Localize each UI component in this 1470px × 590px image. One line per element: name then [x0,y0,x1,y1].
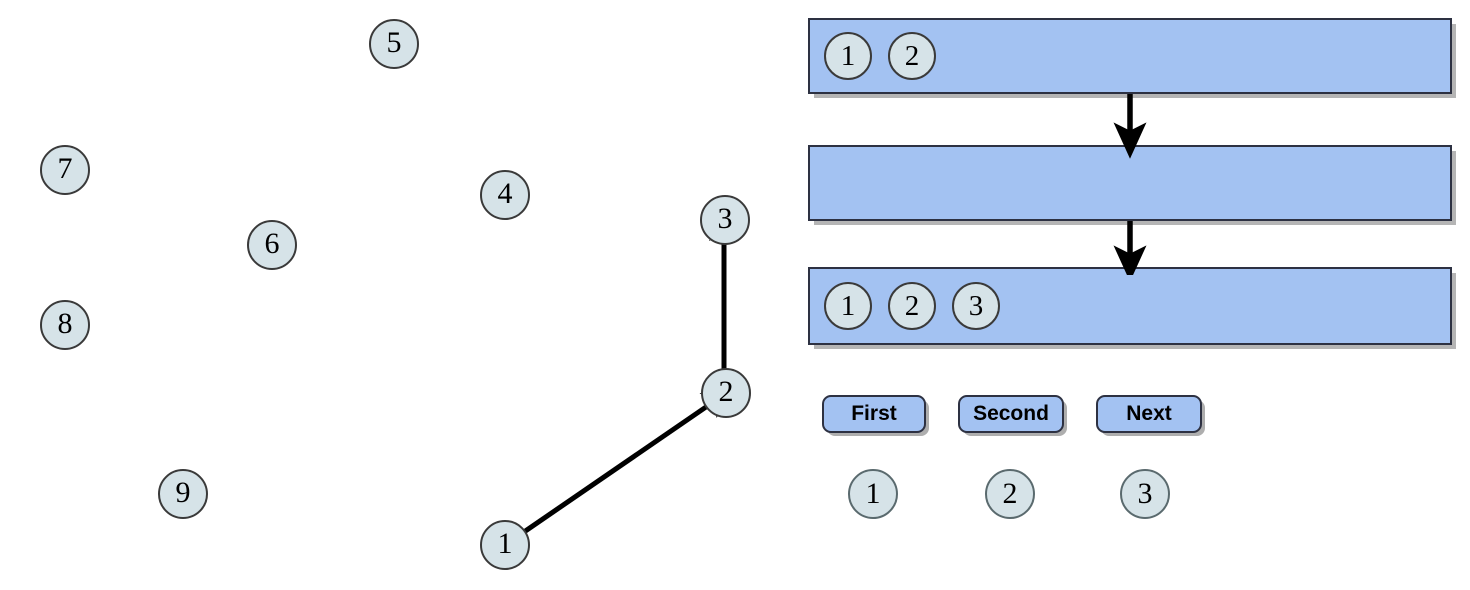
graph-node-label: 7 [57,152,73,185]
bar-node-label: 2 [904,289,920,322]
second-button-label: Second [973,402,1049,425]
stage-bar-1[interactable]: 1 2 [808,18,1452,94]
bar-node-2[interactable]: 2 [888,32,936,80]
graph-node-1[interactable]: 1 [480,520,530,570]
graph-node-9[interactable]: 9 [158,469,208,519]
step-node-label: 2 [1002,477,1018,510]
second-button[interactable]: Second [958,395,1064,433]
bar-node-1[interactable]: 1 [824,32,872,80]
graph-node-6[interactable]: 6 [247,220,297,270]
graph-node-label: 3 [717,202,733,235]
first-button-label: First [851,402,897,425]
graph-edge-1-2 [503,385,737,548]
graph-node-label: 1 [497,527,513,560]
graph-node-label: 9 [175,476,191,509]
graph-node-2[interactable]: 2 [701,368,751,418]
first-button[interactable]: First [822,395,926,433]
graph-node-7[interactable]: 7 [40,145,90,195]
graph-node-label: 5 [386,26,402,59]
canvas-root: 1 2 3 4 5 6 7 8 9 1 2 1 2 3 First Second… [0,0,1470,590]
graph-node-label: 8 [57,307,73,340]
bar-node-2[interactable]: 2 [888,282,936,330]
step-node-3[interactable]: 3 [1120,469,1170,519]
step-node-label: 3 [1137,477,1153,510]
bar-node-1[interactable]: 1 [824,282,872,330]
step-node-1[interactable]: 1 [848,469,898,519]
bar-node-3[interactable]: 3 [952,282,1000,330]
graph-node-label: 2 [718,375,734,408]
bar-node-label: 1 [840,39,856,72]
graph-node-5[interactable]: 5 [369,19,419,69]
step-node-2[interactable]: 2 [985,469,1035,519]
graph-node-label: 4 [497,177,513,210]
graph-node-label: 6 [264,227,280,260]
bar-node-label: 3 [968,289,984,322]
next-button-label: Next [1126,402,1172,425]
graph-node-3[interactable]: 3 [700,195,750,245]
graph-node-4[interactable]: 4 [480,170,530,220]
bar-connector-layer [1113,94,1147,275]
bar-node-label: 2 [904,39,920,72]
stage-bar-3[interactable]: 1 2 3 [808,267,1452,345]
graph-node-8[interactable]: 8 [40,300,90,350]
bar-node-label: 1 [840,289,856,322]
step-node-label: 1 [865,477,881,510]
next-button[interactable]: Next [1096,395,1202,433]
